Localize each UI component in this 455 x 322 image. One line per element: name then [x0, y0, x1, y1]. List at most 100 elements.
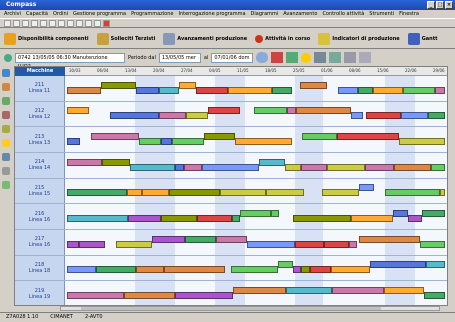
production-order-bar[interactable] [271, 210, 279, 218]
production-order-bar[interactable] [300, 81, 327, 89]
production-order-bar[interactable] [184, 163, 202, 171]
production-order-bar[interactable] [327, 163, 365, 171]
machine-label[interactable]: 215 Linea 15 [15, 178, 65, 204]
machine-label[interactable]: 212 Linea 12 [15, 101, 65, 127]
menu-ordini[interactable]: Ordini [53, 10, 68, 18]
production-order-bar[interactable] [186, 112, 208, 120]
export-icon[interactable] [359, 52, 372, 63]
production-order-bar[interactable] [102, 158, 130, 166]
production-order-bar[interactable] [359, 184, 374, 192]
menu-capacita[interactable]: Capacità [26, 10, 48, 18]
close-button[interactable]: × [445, 1, 453, 9]
machine-label[interactable]: 214 Linea 14 [15, 153, 65, 178]
machine-label[interactable]: 211 Linea 11 [15, 76, 65, 101]
production-order-bar[interactable] [286, 287, 332, 295]
production-order-bar[interactable] [139, 138, 161, 146]
menu-avanzamento[interactable]: Avanzamento [283, 10, 317, 18]
disponibilita-button[interactable]: Disponibilità componenti [4, 32, 89, 45]
production-order-bar[interactable] [338, 86, 358, 94]
solleciti-button[interactable]: Solleciti Terzisti [96, 32, 155, 45]
production-order-bar[interactable] [159, 86, 179, 94]
horizontal-scrollbar[interactable] [60, 306, 440, 311]
production-order-bar[interactable] [337, 133, 399, 141]
production-order-bar[interactable] [128, 215, 161, 223]
production-order-bar[interactable] [394, 163, 431, 171]
production-order-bar[interactable] [110, 112, 159, 120]
production-order-bar[interactable] [67, 138, 80, 146]
cut-icon[interactable] [13, 20, 20, 27]
menu-controllo[interactable]: Controllo attività [322, 10, 364, 18]
production-order-bar[interactable] [266, 189, 304, 197]
production-order-bar[interactable] [403, 86, 435, 94]
menu-interrogazione[interactable]: Interrogazione programma [178, 10, 245, 18]
clock-icon[interactable] [2, 83, 10, 91]
production-order-bar[interactable] [424, 292, 445, 300]
table-icon[interactable] [286, 52, 299, 63]
refresh-side-icon[interactable] [2, 97, 10, 105]
box-icon[interactable] [2, 125, 10, 133]
globe-icon[interactable] [2, 69, 10, 77]
production-order-bar[interactable] [67, 266, 96, 274]
save-icon[interactable] [4, 20, 11, 27]
production-order-bar[interactable] [208, 107, 240, 115]
production-order-bar[interactable] [232, 215, 240, 223]
production-order-bar[interactable] [440, 189, 445, 197]
production-order-bar[interactable] [259, 158, 285, 166]
production-order-bar[interactable] [96, 266, 136, 274]
production-order-bar[interactable] [293, 266, 301, 274]
copy-icon[interactable] [22, 20, 29, 27]
exit-icon[interactable] [103, 20, 110, 27]
production-order-bar[interactable] [370, 261, 426, 269]
grid-side-icon[interactable] [2, 181, 10, 189]
print-icon[interactable] [40, 20, 47, 27]
production-order-bar[interactable] [161, 138, 172, 146]
production-order-bar[interactable] [401, 112, 428, 120]
warning-icon[interactable] [301, 52, 312, 63]
production-order-bar[interactable] [272, 86, 292, 94]
menu-programmazione[interactable]: Programmazione [131, 10, 173, 18]
production-order-bar[interactable] [196, 86, 228, 94]
production-order-bar[interactable] [159, 112, 186, 120]
help-icon[interactable] [94, 20, 101, 27]
doc-icon[interactable] [2, 167, 10, 175]
hazard-icon[interactable] [2, 139, 10, 147]
production-order-bar[interactable] [278, 261, 293, 269]
production-order-bar[interactable] [359, 235, 420, 243]
production-order-bar[interactable] [247, 240, 295, 248]
production-order-bar[interactable] [204, 133, 235, 141]
calendar-icon[interactable] [271, 52, 284, 63]
production-order-bar[interactable] [216, 235, 247, 243]
paste-icon[interactable] [31, 20, 38, 27]
production-order-bar[interactable] [130, 163, 175, 171]
production-order-bar[interactable] [127, 189, 142, 197]
production-order-bar[interactable] [124, 292, 175, 300]
avanzamenti-button[interactable]: Avanzamenti produzione [163, 32, 247, 45]
production-order-bar[interactable] [67, 292, 124, 300]
production-order-bar[interactable] [426, 261, 445, 269]
production-order-bar[interactable] [351, 112, 363, 120]
production-order-bar[interactable] [331, 266, 370, 274]
production-order-bar[interactable] [431, 163, 445, 171]
production-order-bar[interactable] [164, 266, 225, 274]
production-order-bar[interactable] [175, 292, 233, 300]
tool-icon[interactable] [2, 111, 10, 119]
production-order-bar[interactable] [324, 240, 349, 248]
plan-selector[interactable]: 0742 13/05/05 06:30 Manutenzione ILIO2 [15, 52, 125, 70]
production-order-bar[interactable] [231, 266, 278, 274]
production-order-bar[interactable] [235, 138, 292, 146]
attivita-button[interactable]: Attività in corso [255, 34, 310, 43]
production-order-bar[interactable] [142, 189, 169, 197]
production-order-bar[interactable] [293, 215, 351, 223]
production-order-bar[interactable] [172, 138, 204, 146]
date-from-field[interactable]: 13/05/05 mer [158, 52, 201, 63]
production-order-bar[interactable] [399, 138, 445, 146]
machine-label[interactable]: 217 Linea 16 [15, 230, 65, 255]
production-order-bar[interactable] [301, 163, 327, 171]
production-order-bar[interactable] [202, 163, 259, 171]
production-order-bar[interactable] [136, 266, 164, 274]
production-order-bar[interactable] [220, 189, 266, 197]
sort-icon[interactable] [76, 20, 83, 27]
production-order-bar[interactable] [152, 235, 185, 243]
date-to-field[interactable]: 07/01/06 dom [211, 52, 254, 63]
production-order-bar[interactable] [254, 107, 287, 115]
